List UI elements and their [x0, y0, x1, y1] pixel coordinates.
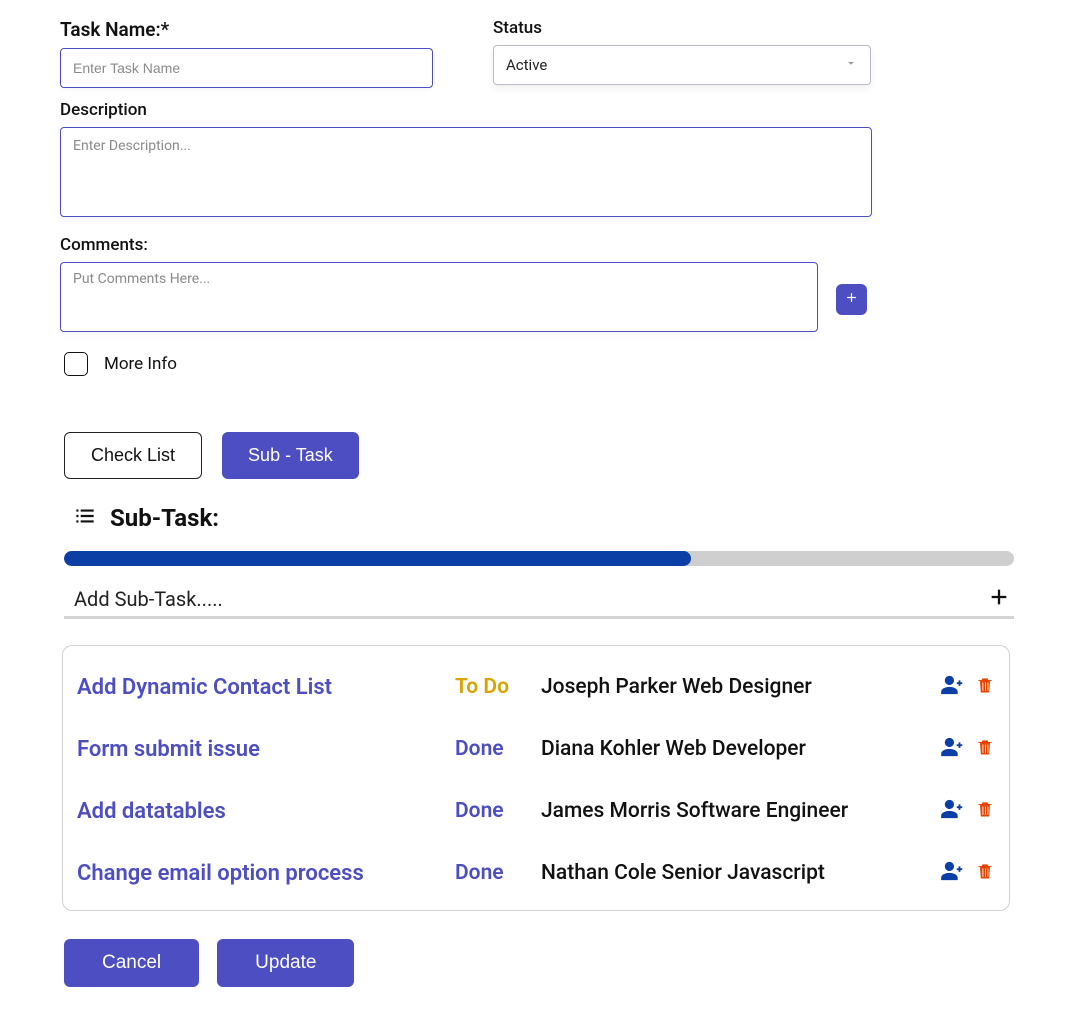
status-select[interactable]: Active	[493, 45, 871, 85]
subtask-row: Form submit issueDoneDiana Kohler Web De…	[77, 726, 995, 788]
task-name-label: Task Name:*	[60, 18, 433, 41]
trash-icon[interactable]	[975, 736, 995, 762]
add-subtask-button[interactable]	[988, 586, 1010, 612]
comments-label: Comments:	[60, 235, 1022, 255]
subtask-list: Add Dynamic Contact ListTo DoJoseph Park…	[62, 645, 1010, 911]
subtask-assignee: James Morris Software Engineer	[541, 799, 941, 823]
description-label: Description	[60, 100, 1022, 120]
comments-input[interactable]	[60, 262, 818, 332]
assign-user-icon[interactable]	[941, 674, 967, 700]
subtask-status: Done	[455, 737, 541, 761]
trash-icon[interactable]	[975, 860, 995, 886]
subtask-name[interactable]: Add Dynamic Contact List	[77, 675, 455, 700]
more-info-label: More Info	[104, 354, 177, 374]
subtask-title: Sub-Task:	[110, 504, 219, 532]
description-input[interactable]	[60, 127, 872, 217]
subtask-status: Done	[455, 861, 541, 885]
trash-icon[interactable]	[975, 798, 995, 824]
subtask-name[interactable]: Add datatables	[77, 799, 455, 824]
subtask-progress-fill	[64, 551, 691, 566]
subtask-name[interactable]: Form submit issue	[77, 737, 455, 762]
subtask-assignee: Nathan Cole Senior Javascript	[541, 861, 941, 885]
tab-subtask[interactable]: Sub - Task	[222, 432, 359, 479]
cancel-button[interactable]: Cancel	[64, 939, 199, 987]
subtask-status: Done	[455, 799, 541, 823]
add-subtask-input[interactable]: Add Sub-Task.....	[74, 587, 223, 611]
more-info-checkbox[interactable]	[64, 352, 88, 376]
plus-icon	[844, 290, 859, 309]
subtask-row: Add Dynamic Contact ListTo DoJoseph Park…	[77, 664, 995, 726]
update-button[interactable]: Update	[217, 939, 354, 987]
subtask-assignee: Joseph Parker Web Designer	[541, 675, 941, 699]
add-comment-button[interactable]	[836, 284, 867, 315]
chevron-down-icon	[844, 56, 858, 74]
subtask-name[interactable]: Change email option process	[77, 861, 455, 886]
list-icon	[72, 503, 98, 533]
subtask-progress	[64, 551, 1014, 566]
assign-user-icon[interactable]	[941, 860, 967, 886]
status-value: Active	[506, 56, 547, 74]
assign-user-icon[interactable]	[941, 798, 967, 824]
subtask-status: To Do	[455, 675, 541, 699]
trash-icon[interactable]	[975, 674, 995, 700]
assign-user-icon[interactable]	[941, 736, 967, 762]
subtask-row: Change email option processDoneNathan Co…	[77, 850, 995, 896]
subtask-row: Add datatablesDoneJames Morris Software …	[77, 788, 995, 850]
subtask-assignee: Diana Kohler Web Developer	[541, 737, 941, 761]
tab-checklist[interactable]: Check List	[64, 432, 202, 479]
status-label: Status	[493, 18, 871, 38]
task-name-input[interactable]	[60, 48, 433, 88]
